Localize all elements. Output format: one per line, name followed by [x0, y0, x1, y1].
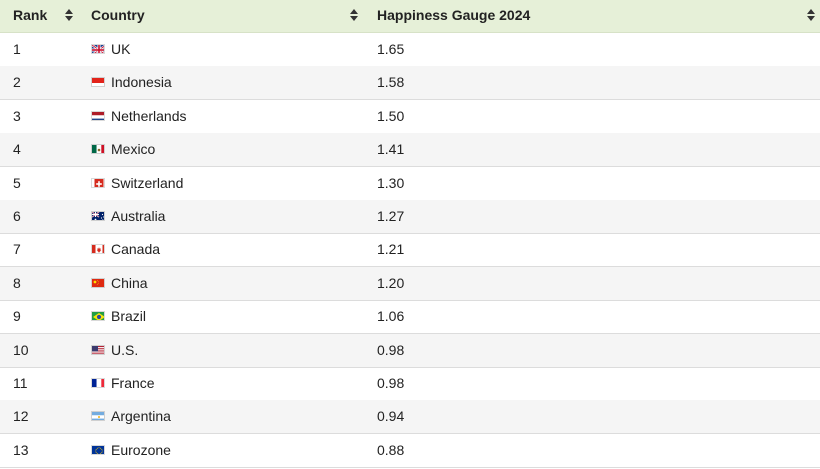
table-row: 6 Australia 1.27 [0, 200, 820, 234]
country-name: Switzerland [111, 174, 184, 191]
country-name: UK [111, 41, 131, 57]
table-header: Rank Country Happiness Gauge 2024 [0, 0, 820, 33]
country-name: Canada [111, 241, 161, 258]
flag-brazil-icon [91, 311, 105, 322]
rank-cell: 6 [13, 208, 21, 224]
table-row: 2 Indonesia 1.58 [0, 66, 820, 101]
happiness-value-cell: 1.65 [377, 41, 405, 57]
flag-indonesia-icon [91, 77, 105, 88]
table-row: 3 Netherlands 1.50 [0, 100, 820, 134]
happiness-column-header[interactable]: Happiness Gauge 2024 [377, 0, 817, 32]
flag-uk-icon [91, 44, 105, 54]
table-row: 1 UK 1.65 [0, 33, 820, 67]
country-column-header[interactable]: Country [91, 0, 361, 32]
rank-cell: 12 [13, 408, 29, 425]
table-row: 9 Brazil 1.06 [0, 300, 820, 335]
rank-cell: 11 [13, 375, 28, 391]
happiness-header-label: Happiness Gauge 2024 [377, 7, 531, 23]
happiness-value-cell: 1.50 [377, 107, 405, 124]
rank-cell: 8 [13, 274, 21, 291]
rank-column-header[interactable]: Rank [13, 0, 75, 32]
table-row: 7 Canada 1.21 [0, 233, 820, 268]
rank-cell: 1 [13, 41, 21, 57]
rank-cell: 2 [13, 74, 21, 91]
country-name: Netherlands [111, 107, 187, 124]
table-row: 4 Mexico 1.41 [0, 133, 820, 168]
country-name: China [111, 274, 148, 291]
country-header-label: Country [91, 7, 145, 23]
flag-mexico-icon [91, 144, 105, 155]
happiness-value-cell: 1.06 [377, 308, 405, 325]
happiness-value-cell: 1.20 [377, 274, 405, 291]
flag-china-icon [91, 277, 105, 288]
country-name: Mexico [111, 141, 156, 158]
flag-us-icon [91, 344, 105, 355]
happiness-value-cell: 1.30 [377, 174, 405, 191]
table-row: 10 U.S. 0.98 [0, 333, 820, 368]
rank-cell: 7 [13, 241, 21, 258]
flag-switzerland-icon [91, 177, 105, 188]
country-name: Brazil [111, 308, 147, 325]
sort-icon[interactable] [806, 9, 816, 22]
rank-cell: 9 [13, 308, 21, 325]
table-row: 5 Switzerland 1.30 [0, 167, 820, 201]
happiness-value-cell: 0.98 [377, 341, 405, 358]
rank-cell: 3 [13, 107, 21, 124]
flag-netherlands-icon [91, 110, 105, 121]
rank-cell: 5 [13, 174, 21, 191]
table-row: 8 China 1.20 [0, 266, 820, 301]
country-name: France [111, 375, 155, 391]
country-name: Australia [111, 208, 166, 224]
happiness-value-cell: 0.98 [377, 375, 405, 391]
country-name: U.S. [111, 341, 139, 358]
rank-cell: 13 [13, 441, 29, 458]
happiness-value-cell: 1.58 [377, 74, 405, 91]
happiness-table: Rank Country Happiness Gauge 2024 1 UK 1.6… [0, 0, 820, 469]
happiness-value-cell: 1.27 [377, 208, 405, 224]
sort-icon[interactable] [64, 9, 74, 22]
table-row: 11 France 0.98 [0, 367, 820, 401]
happiness-value-cell: 0.88 [377, 441, 405, 458]
rank-cell: 4 [13, 141, 21, 158]
country-name: Indonesia [111, 74, 172, 91]
flag-argentina-icon [91, 411, 105, 422]
happiness-value-cell: 1.21 [377, 241, 405, 258]
table-row: 12 Argentina 0.94 [0, 400, 820, 435]
happiness-value-cell: 1.41 [377, 141, 405, 158]
sort-icon[interactable] [349, 9, 359, 22]
flag-australia-icon [91, 211, 105, 221]
country-name: Eurozone [111, 441, 171, 458]
flag-france-icon [91, 378, 105, 388]
rank-cell: 10 [13, 341, 29, 358]
rank-header-label: Rank [13, 7, 48, 23]
country-name: Argentina [111, 408, 171, 425]
happiness-value-cell: 0.94 [377, 408, 405, 425]
flag-eurozone-icon [91, 444, 105, 455]
table-row: 13 Eurozone 0.88 [0, 434, 820, 468]
flag-canada-icon [91, 244, 105, 255]
